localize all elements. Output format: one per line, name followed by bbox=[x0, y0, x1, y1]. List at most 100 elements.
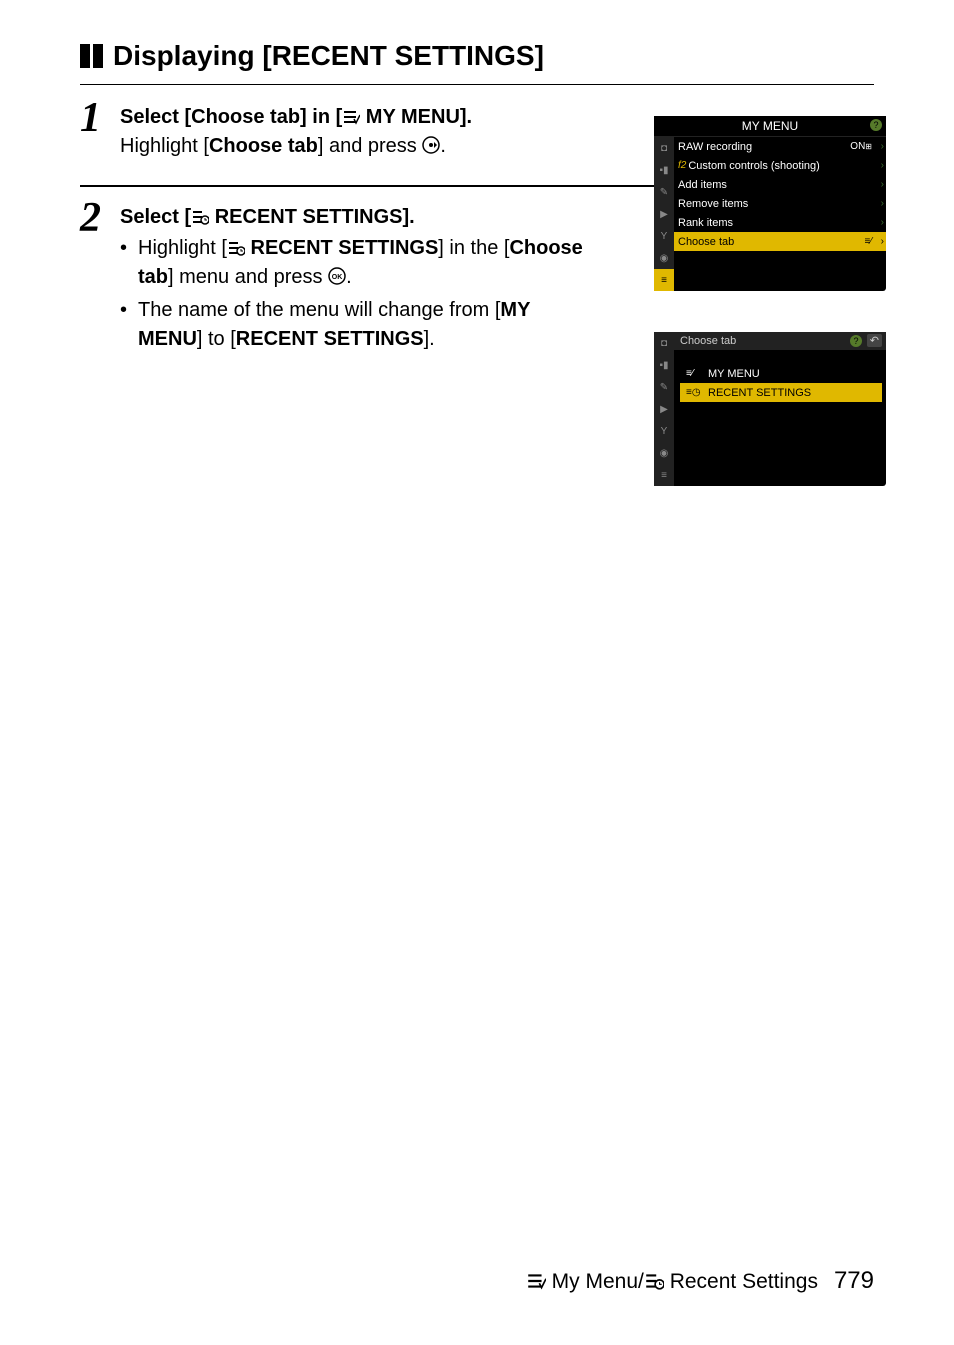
menu-row-add-items: Add items › bbox=[674, 175, 886, 194]
text: ]. bbox=[424, 328, 435, 350]
playback-icon: ▶ bbox=[654, 398, 674, 420]
heading-bullet-icon bbox=[80, 44, 103, 68]
my-menu-tab-icon: ≡ bbox=[654, 269, 674, 291]
step-title: Select [ RECENT SETTINGS]. bbox=[120, 203, 600, 232]
step-body: Select [ RECENT SETTINGS]. Highlight [ R… bbox=[120, 203, 600, 358]
menu-row-empty bbox=[674, 251, 886, 270]
text: Select [Choose tab] in [ bbox=[120, 106, 342, 128]
caret-icon: › bbox=[881, 141, 884, 152]
page-number: 779 bbox=[834, 1267, 874, 1295]
recent-settings-icon bbox=[227, 240, 245, 256]
row-label: Remove items bbox=[678, 198, 748, 210]
ok-icon: OK bbox=[328, 267, 346, 285]
right-selector-icon bbox=[422, 136, 440, 154]
row-label: Custom controls (shooting) bbox=[688, 160, 819, 172]
text: My Menu/ bbox=[546, 1270, 644, 1293]
step-number: 1 bbox=[80, 97, 120, 139]
bullet-list: Highlight [ RECENT SETTINGS] in the [Cho… bbox=[120, 234, 600, 354]
text: MY MENU]. bbox=[360, 106, 472, 128]
text: ] in the [ bbox=[438, 237, 509, 259]
recent-settings-icon bbox=[191, 209, 209, 225]
option-my-menu: ≡⁄ MY MENU bbox=[680, 364, 882, 383]
option-label: RECENT SETTINGS bbox=[708, 387, 811, 399]
text: RECENT SETTINGS]. bbox=[209, 206, 415, 228]
text-bold: Choose tab bbox=[209, 135, 318, 157]
spacer bbox=[674, 350, 886, 364]
back-icon: ↶ bbox=[867, 334, 882, 347]
menu-row-choose-tab: Choose tab ≡⁄ › bbox=[674, 232, 886, 251]
text: ] menu and press bbox=[168, 266, 328, 288]
wrench-icon: Y bbox=[654, 225, 674, 247]
cam-title-text: MY MENU bbox=[742, 119, 798, 133]
text: The name of the menu will change from [ bbox=[138, 299, 500, 321]
my-menu-icon bbox=[526, 1272, 546, 1290]
cam-title: MY MENU ? bbox=[654, 116, 886, 137]
spacer bbox=[674, 402, 886, 458]
help-icon: ? bbox=[870, 119, 882, 131]
text: . bbox=[440, 135, 446, 157]
section-heading: Displaying [RECENT SETTINGS] bbox=[80, 40, 874, 72]
page-footer: My Menu/ Recent Settings 779 bbox=[526, 1267, 874, 1295]
text-bold: RECENT SETTINGS bbox=[236, 328, 424, 350]
my-menu-tab-icon: ≡ bbox=[654, 464, 674, 486]
help-icon: ? bbox=[850, 335, 862, 347]
row-label: Choose tab bbox=[678, 236, 734, 248]
network-icon: ◉ bbox=[654, 442, 674, 464]
camera-icon: ◘ bbox=[654, 137, 674, 159]
cam-submenu-title: Choose tab ? ↶ bbox=[674, 332, 886, 350]
text: Select [ bbox=[120, 206, 191, 228]
option-label: MY MENU bbox=[708, 368, 760, 380]
row-label: RAW recording bbox=[678, 141, 752, 153]
wrench-icon: Y bbox=[654, 420, 674, 442]
svg-text:OK: OK bbox=[332, 274, 343, 281]
pencil-icon: ✎ bbox=[654, 181, 674, 203]
text: Highlight [ bbox=[120, 135, 209, 157]
recent-settings-icon bbox=[644, 1272, 664, 1290]
my-menu-icon bbox=[342, 109, 360, 125]
step-number: 2 bbox=[80, 197, 120, 239]
video-icon: ▪▮ bbox=[654, 354, 674, 376]
caret-icon: › bbox=[881, 236, 884, 247]
caret-icon: › bbox=[881, 198, 884, 209]
cam-main: RAW recording ON⊞ › f2 Custom controls (… bbox=[674, 137, 886, 291]
recent-settings-icon: ≡◷ bbox=[686, 387, 700, 398]
caret-icon: › bbox=[881, 179, 884, 190]
network-icon: ◉ bbox=[654, 247, 674, 269]
step-instruction: Highlight [Choose tab] and press . bbox=[120, 132, 600, 161]
bullet-item: The name of the menu will change from [M… bbox=[120, 296, 600, 354]
video-icon: ▪▮ bbox=[654, 159, 674, 181]
text-bold: RECENT SETTINGS bbox=[251, 237, 439, 259]
row-label: Rank items bbox=[678, 217, 733, 229]
option-recent-settings: ≡◷ RECENT SETTINGS bbox=[680, 383, 882, 402]
step-body: Select [Choose tab] in [ MY MENU]. Highl… bbox=[120, 103, 600, 161]
bullet-item: Highlight [ RECENT SETTINGS] in the [Cho… bbox=[120, 234, 600, 292]
text: ] and press bbox=[318, 135, 423, 157]
menu-row-remove-items: Remove items › bbox=[674, 194, 886, 213]
text: Recent Settings bbox=[664, 1270, 818, 1293]
text: . bbox=[346, 266, 352, 288]
menu-row-rank-items: Rank items › bbox=[674, 213, 886, 232]
pencil-icon: ✎ bbox=[654, 376, 674, 398]
text: Highlight [ bbox=[138, 237, 227, 259]
heading-text: Displaying [RECENT SETTINGS] bbox=[113, 40, 544, 72]
footer-breadcrumb: My Menu/ Recent Settings bbox=[526, 1270, 818, 1294]
menu-row-raw-recording: RAW recording ON⊞ › bbox=[674, 137, 886, 156]
cam-sidebar: ◘ ▪▮ ✎ ▶ Y ◉ ≡ bbox=[654, 332, 674, 486]
menu-row-custom-controls: f2 Custom controls (shooting) › bbox=[674, 156, 886, 175]
text: ] to [ bbox=[197, 328, 236, 350]
my-menu-icon: ≡⁄ bbox=[864, 236, 872, 247]
camera-icon: ◘ bbox=[654, 332, 674, 354]
my-menu-icon: ≡⁄ bbox=[686, 368, 700, 379]
row-prefix: f2 bbox=[678, 160, 686, 171]
step-title: Select [Choose tab] in [ MY MENU]. bbox=[120, 103, 600, 132]
camera-screenshot-my-menu: MY MENU ? ◘ ▪▮ ✎ ▶ Y ◉ ≡ RAW recording O… bbox=[654, 116, 886, 291]
caret-icon: › bbox=[881, 217, 884, 228]
raw-suffix-icon: ⊞ bbox=[865, 142, 872, 151]
playback-icon: ▶ bbox=[654, 203, 674, 225]
camera-screenshot-choose-tab: ◘ ▪▮ ✎ ▶ Y ◉ ≡ Choose tab ? ↶ ≡⁄ MY MENU… bbox=[654, 332, 886, 486]
caret-icon: › bbox=[881, 160, 884, 171]
row-label: Add items bbox=[678, 179, 727, 191]
cam-submenu-title-text: Choose tab bbox=[680, 335, 736, 347]
divider bbox=[80, 84, 874, 85]
cam-sidebar: ◘ ▪▮ ✎ ▶ Y ◉ ≡ bbox=[654, 137, 674, 291]
